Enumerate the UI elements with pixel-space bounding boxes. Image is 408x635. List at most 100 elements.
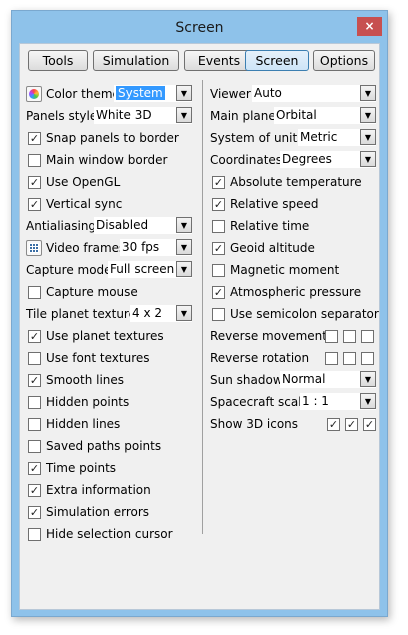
smooth-lines-checkbox[interactable]: ✓ bbox=[28, 374, 41, 387]
relative-time-label: Relative time bbox=[230, 219, 310, 233]
viewer-select[interactable]: Auto ▼ bbox=[252, 85, 376, 102]
list-item[interactable]: ✓ Smooth lines bbox=[26, 370, 194, 390]
hidden-points-checkbox[interactable] bbox=[28, 396, 41, 409]
simulation-errors-checkbox[interactable]: ✓ bbox=[28, 506, 41, 519]
geoid-altitude-checkbox[interactable]: ✓ bbox=[212, 242, 225, 255]
main-window-border-label: Main window border bbox=[46, 153, 168, 167]
color-theme-select[interactable]: System ▼ bbox=[114, 85, 192, 102]
use-opengl-checkbox[interactable]: ✓ bbox=[28, 176, 41, 189]
chevron-down-icon: ▼ bbox=[360, 129, 376, 145]
list-item[interactable]: ✓ Geoid altitude bbox=[210, 238, 376, 258]
list-item[interactable]: Relative time bbox=[210, 216, 376, 236]
tab-options[interactable]: Options bbox=[313, 50, 375, 71]
tab-tools[interactable]: Tools bbox=[28, 50, 88, 71]
list-item[interactable]: ✓ Atmospheric pressure bbox=[210, 282, 376, 302]
chevron-down-icon: ▼ bbox=[176, 261, 192, 277]
list-item[interactable]: ✓ Relative speed bbox=[210, 194, 376, 214]
use-opengl-row[interactable]: ✓ Use OpenGL bbox=[26, 172, 194, 192]
use-font-textures-label: Use font textures bbox=[46, 351, 150, 365]
hidden-lines-checkbox[interactable] bbox=[28, 418, 41, 431]
client-area: Tools Simulation Events Screen Options C… bbox=[19, 43, 380, 610]
list-item[interactable]: Hidden lines bbox=[26, 414, 194, 434]
title-bar[interactable]: Screen × bbox=[12, 11, 387, 43]
reverse-movement-checkbox-1[interactable] bbox=[325, 330, 338, 343]
tab-events[interactable]: Events bbox=[184, 50, 254, 71]
vertical-sync-checkbox[interactable]: ✓ bbox=[28, 198, 41, 211]
snap-panels-row[interactable]: ✓ Snap panels to border bbox=[26, 128, 194, 148]
reverse-rotation-checkbox-3[interactable] bbox=[361, 352, 374, 365]
main-window-border-row[interactable]: Main window border bbox=[26, 150, 194, 170]
chevron-down-icon: ▼ bbox=[360, 371, 376, 387]
system-of-units-select[interactable]: Metric ▼ bbox=[298, 129, 376, 146]
color-theme-button[interactable] bbox=[26, 86, 42, 102]
use-font-textures-checkbox[interactable] bbox=[28, 352, 41, 365]
reverse-movement-checkbox-3[interactable] bbox=[361, 330, 374, 343]
list-item[interactable]: ✓ Simulation errors bbox=[26, 502, 194, 522]
extra-information-label: Extra information bbox=[46, 483, 151, 497]
checkmark-icon: ✓ bbox=[213, 176, 224, 189]
reverse-rotation-checkbox-2[interactable] bbox=[343, 352, 356, 365]
tab-screen[interactable]: Screen bbox=[245, 50, 309, 71]
hide-selection-cursor-checkbox[interactable] bbox=[28, 528, 41, 541]
spacecraft-scale-select[interactable]: 1 : 1 ▼ bbox=[300, 393, 376, 410]
main-window-border-checkbox[interactable] bbox=[28, 154, 41, 167]
main-plane-select[interactable]: Orbital ▼ bbox=[274, 107, 376, 124]
show-3d-icons-checkbox-1[interactable]: ✓ bbox=[327, 418, 340, 431]
use-planet-textures-checkbox[interactable]: ✓ bbox=[28, 330, 41, 343]
list-item[interactable]: Magnetic moment bbox=[210, 260, 376, 280]
reverse-rotation-checkbox-1[interactable] bbox=[325, 352, 338, 365]
snap-panels-checkbox[interactable]: ✓ bbox=[28, 132, 41, 145]
video-frames-row: Video frames 30 fps ▼ bbox=[26, 238, 194, 258]
vertical-sync-label: Vertical sync bbox=[46, 197, 123, 211]
capture-mouse-row[interactable]: Capture mouse bbox=[26, 282, 194, 302]
vertical-sync-row[interactable]: ✓ Vertical sync bbox=[26, 194, 194, 214]
checkmark-icon: ✓ bbox=[29, 462, 40, 475]
list-item[interactable]: Saved paths points bbox=[26, 436, 194, 456]
capture-mode-select[interactable]: Full screen ▼ bbox=[108, 261, 192, 278]
saved-paths-points-label: Saved paths points bbox=[46, 439, 162, 453]
capture-mouse-label: Capture mouse bbox=[46, 285, 138, 299]
atmospheric-pressure-checkbox[interactable]: ✓ bbox=[212, 286, 225, 299]
tab-simulation[interactable]: Simulation bbox=[93, 50, 179, 71]
video-frames-label: Video frames bbox=[46, 241, 126, 255]
checkmark-icon: ✓ bbox=[29, 374, 40, 387]
list-item[interactable]: Use font textures bbox=[26, 348, 194, 368]
snap-panels-label: Snap panels to border bbox=[46, 131, 179, 145]
list-item[interactable]: ✓ Absolute temperature bbox=[210, 172, 376, 192]
tile-planet-textures-label: Tile planet textures bbox=[26, 307, 143, 321]
coordinates-select[interactable]: Degrees ▼ bbox=[280, 151, 376, 168]
antialiasing-label: Antialiasing bbox=[26, 219, 97, 233]
saved-paths-points-checkbox[interactable] bbox=[28, 440, 41, 453]
use-semicolon-separator-checkbox[interactable] bbox=[212, 308, 225, 321]
video-frames-button[interactable] bbox=[26, 240, 42, 256]
show-3d-icons-checkbox-3[interactable]: ✓ bbox=[363, 418, 376, 431]
time-points-checkbox[interactable]: ✓ bbox=[28, 462, 41, 475]
checkmark-icon: ✓ bbox=[346, 418, 357, 431]
close-button[interactable]: × bbox=[357, 17, 382, 36]
absolute-temperature-checkbox[interactable]: ✓ bbox=[212, 176, 225, 189]
tile-planet-textures-select[interactable]: 4 x 2 ▼ bbox=[130, 305, 192, 322]
color-theme-label: Color theme bbox=[46, 87, 120, 101]
checkmark-icon: ✓ bbox=[364, 418, 375, 431]
hide-selection-cursor-label: Hide selection cursor bbox=[46, 527, 173, 541]
panels-style-select[interactable]: White 3D ▼ bbox=[94, 107, 192, 124]
relative-time-checkbox[interactable] bbox=[212, 220, 225, 233]
capture-mouse-checkbox[interactable] bbox=[28, 286, 41, 299]
video-frames-select[interactable]: 30 fps ▼ bbox=[120, 239, 192, 256]
antialiasing-select[interactable]: Disabled ▼ bbox=[94, 217, 192, 234]
antialiasing-row: Antialiasing Disabled ▼ bbox=[26, 216, 194, 236]
sun-shadow-select[interactable]: Normal ▼ bbox=[280, 371, 376, 388]
list-item[interactable]: ✓ Use planet textures bbox=[26, 326, 194, 346]
list-item[interactable]: Hide selection cursor bbox=[26, 524, 194, 544]
magnetic-moment-checkbox[interactable] bbox=[212, 264, 225, 277]
relative-speed-checkbox[interactable]: ✓ bbox=[212, 198, 225, 211]
reverse-movement-checkbox-2[interactable] bbox=[343, 330, 356, 343]
list-item[interactable]: ✓ Extra information bbox=[26, 480, 194, 500]
list-item[interactable]: Hidden points bbox=[26, 392, 194, 412]
list-item[interactable]: Use semicolon separator bbox=[210, 304, 379, 324]
smooth-lines-label: Smooth lines bbox=[46, 373, 125, 387]
tab-bar: Tools Simulation Events Screen Options bbox=[20, 44, 379, 78]
extra-information-checkbox[interactable]: ✓ bbox=[28, 484, 41, 497]
list-item[interactable]: ✓ Time points bbox=[26, 458, 194, 478]
show-3d-icons-checkbox-2[interactable]: ✓ bbox=[345, 418, 358, 431]
